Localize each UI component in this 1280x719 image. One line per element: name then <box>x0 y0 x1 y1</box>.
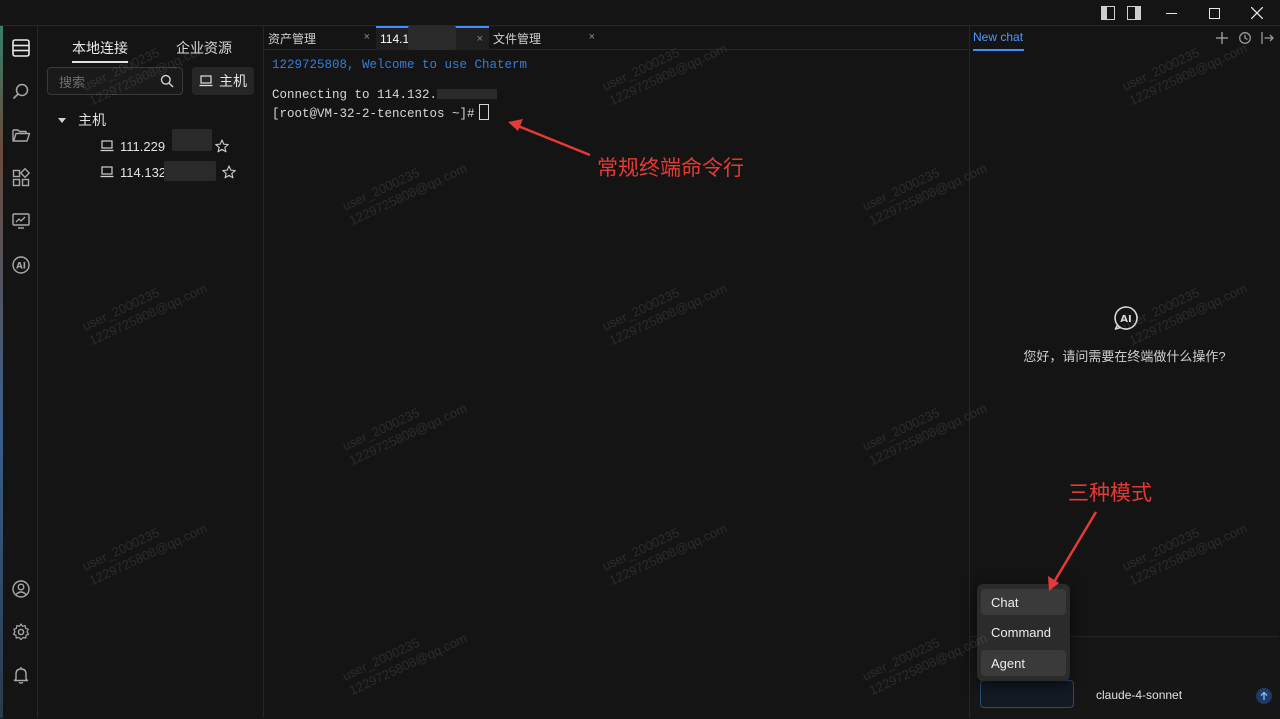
history-icon[interactable] <box>1238 31 1252 45</box>
apps-icon[interactable] <box>8 165 34 191</box>
laptop-icon <box>100 140 114 152</box>
maximize-icon <box>1208 7 1220 19</box>
redacted-block <box>437 89 498 99</box>
search-input[interactable] <box>57 73 156 91</box>
host-filter-button[interactable]: 主机 <box>192 67 254 95</box>
monitor-icon[interactable] <box>8 208 34 234</box>
mode-dropdown-menu: Chat Command Agent <box>977 584 1070 681</box>
tab-asset-management[interactable]: 资产管理 × <box>264 26 376 50</box>
activity-bar: AI <box>3 26 38 718</box>
minimize-button[interactable] <box>1148 0 1194 26</box>
tab-close-icon[interactable]: × <box>364 31 370 43</box>
terminal-welcome-line: 1229725808, Welcome to use Chaterm <box>272 58 528 72</box>
terminal-prompt: [root@VM-32-2-tencentos ~]# <box>272 107 475 121</box>
caret-down-icon <box>58 118 66 123</box>
terminal-prompt-line: [root@VM-32-2-tencentos ~]# <box>272 104 489 121</box>
search-icon[interactable] <box>160 74 174 88</box>
redacted-block <box>164 161 216 181</box>
search-icon[interactable] <box>8 79 34 105</box>
collapse-panel-icon[interactable] <box>1260 31 1274 45</box>
annotation-modes-label: 三种模式 <box>1068 481 1152 505</box>
mode-select[interactable] <box>980 680 1074 708</box>
plus-icon[interactable] <box>1215 31 1229 45</box>
redacted-block <box>172 129 212 151</box>
ai-greeting: 您好，请问需要在终端做什么操作? <box>1023 349 1226 364</box>
settings-icon[interactable] <box>8 619 34 645</box>
close-button[interactable] <box>1234 0 1280 26</box>
search-box <box>47 67 183 95</box>
star-icon[interactable] <box>222 165 236 179</box>
model-select[interactable]: claude-4-sonnet <box>1096 688 1182 702</box>
svg-text:AI: AI <box>1120 314 1131 325</box>
sidebar-right-icon <box>1127 6 1141 20</box>
user-icon[interactable] <box>8 576 34 602</box>
laptop-icon <box>199 75 213 87</box>
maximize-button[interactable] <box>1191 0 1237 26</box>
redacted-block <box>408 26 456 50</box>
ai-logo-icon: AI <box>1114 306 1138 330</box>
annotation-terminal-label: 常规终端命令行 <box>597 156 744 180</box>
ai-icon[interactable]: AI <box>8 252 34 278</box>
tab-label: 资产管理 <box>268 31 317 46</box>
laptop-icon <box>100 166 114 178</box>
close-icon <box>1251 7 1263 19</box>
tab-terminal-session[interactable]: 114.1 × <box>376 26 489 50</box>
host-item[interactable]: 114.132 <box>100 161 236 183</box>
arrow-up-icon <box>1260 691 1268 700</box>
sidebar: 本地连接 企业资源 主机 主机 111.229 114.132 <box>38 26 264 718</box>
tab-new-chat[interactable]: New chat <box>973 30 1024 51</box>
editor-tab-bar: 资产管理 × 114.1 × 文件管理 × <box>264 26 969 50</box>
minimize-icon <box>1165 12 1177 14</box>
mode-option-chat[interactable]: Chat <box>981 589 1066 615</box>
terminal-view[interactable]: 1229725808, Welcome to use Chaterm Conne… <box>264 50 969 718</box>
tree-group-label: 主机 <box>78 112 106 128</box>
title-bar <box>0 0 1280 26</box>
host-item[interactable]: 111.229 <box>100 129 235 157</box>
send-button[interactable] <box>1256 688 1272 704</box>
tab-label: 文件管理 <box>493 31 542 46</box>
tab-close-icon[interactable]: × <box>589 31 595 43</box>
star-icon[interactable] <box>215 139 229 153</box>
tab-label: 114.1 <box>380 32 410 46</box>
mode-option-command[interactable]: Command <box>981 619 1066 645</box>
tab-file-management[interactable]: 文件管理 × <box>489 26 601 50</box>
folder-icon[interactable] <box>8 122 34 148</box>
bell-icon[interactable] <box>8 662 34 688</box>
hosts-icon[interactable] <box>8 35 34 61</box>
mode-option-agent[interactable]: Agent <box>981 650 1066 676</box>
host-label: 114.132 <box>120 164 167 180</box>
tab-close-icon[interactable]: × <box>477 33 483 45</box>
terminal-connecting-text: Connecting to 114.132. <box>272 88 438 102</box>
tree-group-hosts[interactable]: 主机 <box>58 109 106 131</box>
terminal-cursor <box>478 104 489 120</box>
terminal-connecting-line: Connecting to 114.132. <box>272 88 498 102</box>
svg-text:AI: AI <box>16 262 26 272</box>
tab-enterprise-resources[interactable]: 企业资源 <box>176 38 232 58</box>
tab-local-connections[interactable]: 本地连接 <box>72 38 128 63</box>
host-button-label: 主机 <box>219 73 247 89</box>
host-label: 111.229 <box>120 138 166 154</box>
